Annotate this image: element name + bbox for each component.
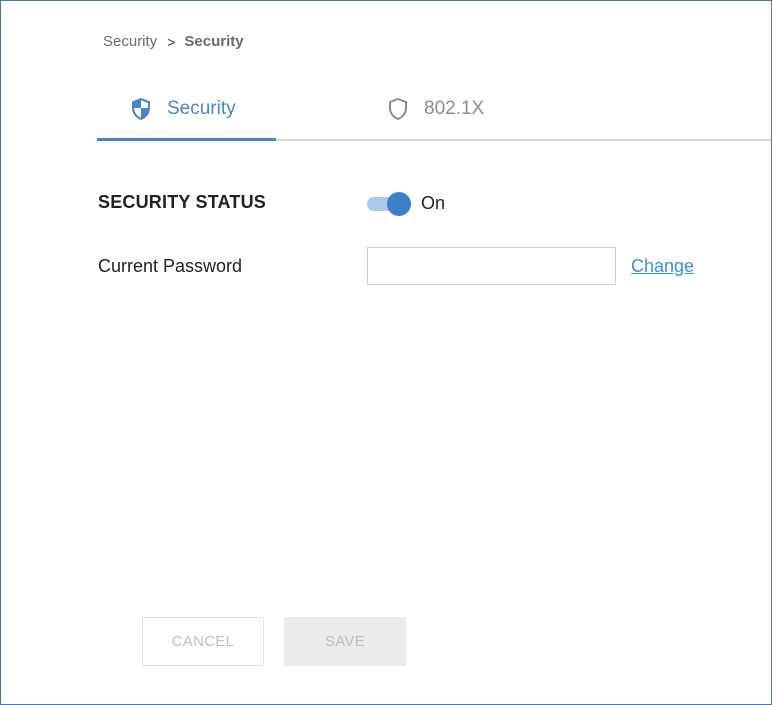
breadcrumb-parent[interactable]: Security <box>103 33 157 50</box>
change-password-link[interactable]: Change <box>631 256 694 277</box>
tab-bar: Security 802.1X <box>97 79 771 141</box>
tab-security[interactable]: Security <box>97 79 276 141</box>
tab-8021x-label: 802.1X <box>424 98 485 119</box>
current-password-input[interactable] <box>367 247 616 285</box>
tab-security-label: Security <box>167 97 236 119</box>
breadcrumb-separator: > <box>167 33 176 50</box>
shield-outline-icon <box>389 98 407 120</box>
breadcrumb-current: Security <box>184 33 244 50</box>
save-button[interactable]: SAVE <box>284 617 406 666</box>
security-status-toggle[interactable] <box>367 192 413 216</box>
breadcrumb: Security > Security <box>103 33 244 50</box>
shield-filled-icon <box>132 97 150 120</box>
cancel-button[interactable]: CANCEL <box>142 617 264 666</box>
tab-8021x[interactable]: 802.1X <box>387 79 484 139</box>
toggle-knob <box>387 192 411 216</box>
current-password-label: Current Password <box>98 256 243 276</box>
security-status-label: SECURITY STATUS <box>98 192 267 212</box>
security-status-value: On <box>421 193 446 213</box>
security-page: Security > Security Security 802.1X SECU… <box>0 0 772 705</box>
